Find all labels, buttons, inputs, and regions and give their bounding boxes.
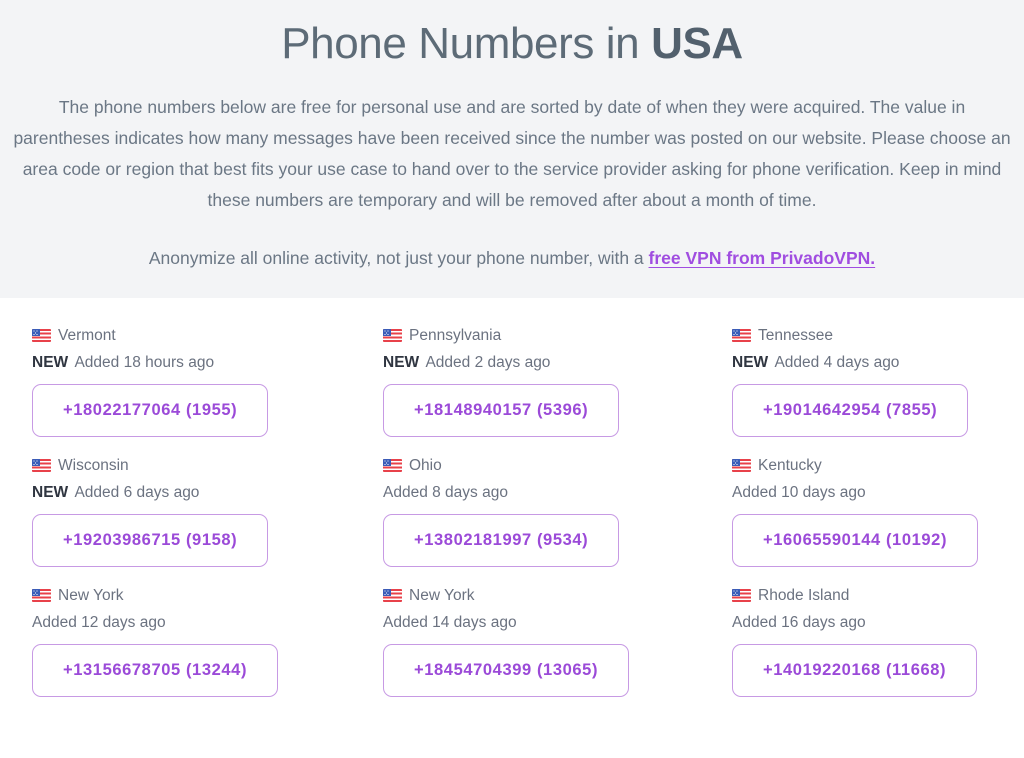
us-flag-icon [732,459,751,473]
us-flag-icon [732,329,751,343]
card-added-label: Added 18 hours ago [74,353,215,371]
card-added-meta: NEW Added 2 days ago [383,353,732,373]
card-added-meta: NEW Added 18 hours ago [32,353,383,373]
phone-number-button[interactable]: +14019220168 (11668) [732,643,978,697]
card-added-label: Added 10 days ago [732,483,866,501]
phone-number-button[interactable]: +16065590144 (10192) [732,513,979,567]
card-region-label: Tennessee [758,326,833,344]
phone-number-button[interactable]: +13156678705 (13244) [32,643,279,697]
card-region-row: New York [32,586,383,606]
card-region-label: Wisconsin [58,456,129,474]
phone-number-button[interactable]: +18022177064 (1955) [32,383,269,437]
card-region-row: Rhode Island [732,586,1024,606]
card-region-row: Pennsylvania [383,326,732,346]
phone-number-card-8: New York Added 14 days ago +18454704399 … [383,586,732,697]
card-added-label: Added 16 days ago [732,613,866,631]
new-badge: NEW [32,483,73,501]
us-flag-icon [32,459,51,473]
vpn-promo-text: Anonymize all online activity, not just … [148,247,649,268]
card-region-label: Kentucky [758,456,822,474]
phone-number-card-1: Vermont NEW Added 18 hours ago +18022177… [32,326,383,437]
phone-number-card-9: Rhode Island Added 16 days ago +14019220… [732,586,1024,697]
card-region-row: Tennessee [732,326,1024,346]
card-added-meta: Added 10 days ago [732,483,1024,503]
card-added-meta: NEW Added 6 days ago [32,483,383,503]
card-added-label: Added 4 days ago [774,353,900,371]
us-flag-icon [383,329,402,343]
page-title: Phone Numbers in USA [0,18,1024,70]
card-region-row: Wisconsin [32,456,383,476]
phone-number-button[interactable]: +18454704399 (13065) [383,643,630,697]
new-badge: NEW [32,353,73,371]
intro-paragraph: The phone numbers below are free for per… [13,96,1011,210]
new-badge: NEW [732,353,773,371]
us-flag-icon [732,589,751,603]
card-region-label: New York [58,586,124,604]
us-flag-icon [32,329,51,343]
phone-number-button[interactable]: +19014642954 (7855) [732,383,969,437]
phone-number-button[interactable]: +18148940157 (5396) [383,383,620,437]
card-added-meta: Added 16 days ago [732,613,1024,633]
page-title-country: USA [651,19,743,68]
card-added-meta: Added 14 days ago [383,613,732,633]
page-title-prefix: Phone Numbers in [281,19,652,68]
phone-number-button[interactable]: +19203986715 (9158) [32,513,269,567]
card-added-label: Added 12 days ago [32,613,166,631]
vpn-promo-link[interactable]: free VPN from PrivadoVPN. [649,248,876,268]
phone-number-card-5: Ohio Added 8 days ago +13802181997 (9534… [383,456,732,567]
card-region-label: Vermont [58,326,116,344]
phone-number-card-2: Pennsylvania NEW Added 2 days ago +18148… [383,326,732,437]
us-flag-icon [383,589,402,603]
card-region-label: Rhode Island [758,586,850,604]
card-added-label: Added 14 days ago [383,613,517,631]
page-header: Phone Numbers in USA The phone numbers b… [0,0,1024,298]
phone-number-card-4: Wisconsin NEW Added 6 days ago +19203986… [32,456,383,567]
card-added-meta: Added 12 days ago [32,613,383,633]
phone-number-button[interactable]: +13802181997 (9534) [383,513,620,567]
card-added-meta: Added 8 days ago [383,483,732,503]
phone-number-card-7: New York Added 12 days ago +13156678705 … [32,586,383,697]
us-flag-icon [32,589,51,603]
card-added-meta: NEW Added 4 days ago [732,353,1024,373]
card-region-label: Ohio [409,456,442,474]
card-region-label: New York [409,586,475,604]
phone-number-grid: Vermont NEW Added 18 hours ago +18022177… [0,297,1024,697]
card-region-row: Ohio [383,456,732,476]
us-flag-icon [383,459,402,473]
new-badge: NEW [383,353,424,371]
card-region-row: Vermont [32,326,383,346]
phone-number-card-6: Kentucky Added 10 days ago +16065590144 … [732,456,1024,567]
card-added-label: Added 6 days ago [74,483,200,501]
card-region-row: Kentucky [732,456,1024,476]
card-added-label: Added 2 days ago [425,353,551,371]
card-region-label: Pennsylvania [409,326,502,344]
card-region-row: New York [383,586,732,606]
card-added-label: Added 8 days ago [383,483,508,501]
vpn-promo-line: Anonymize all online activity, not just … [9,244,1015,272]
phone-number-card-3: Tennessee NEW Added 4 days ago +19014642… [732,326,1024,437]
